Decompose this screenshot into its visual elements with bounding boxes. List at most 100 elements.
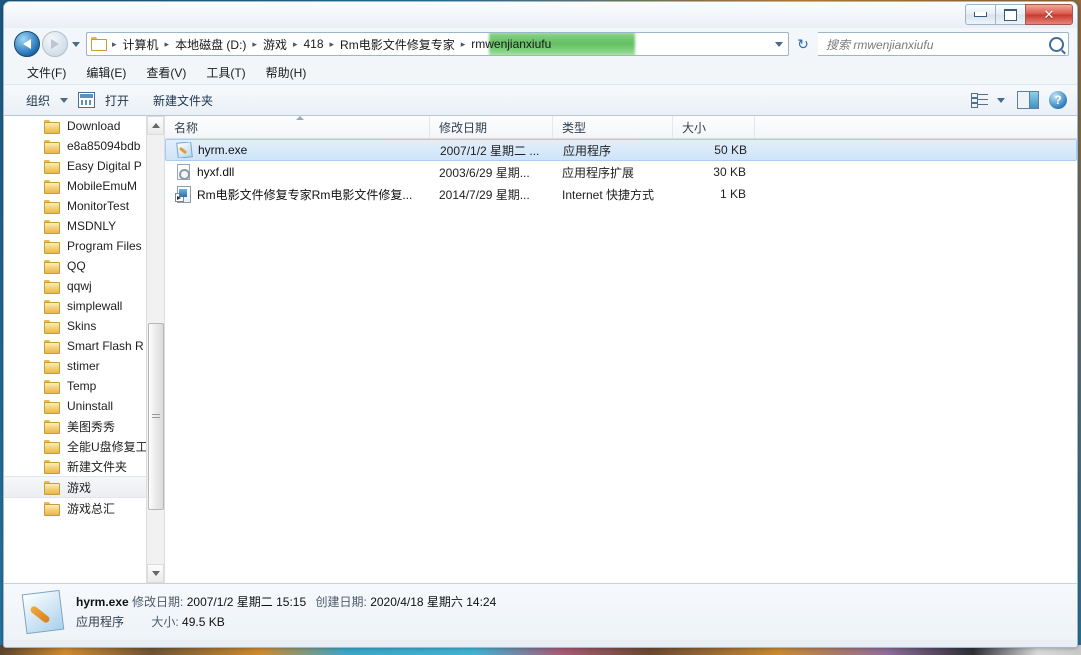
folder-icon bbox=[44, 179, 60, 194]
breadcrumb-segment-0[interactable]: ▸ 计算机 bbox=[109, 34, 162, 55]
tree-item[interactable]: Download bbox=[4, 116, 164, 136]
command-bar-right: ? bbox=[971, 91, 1077, 109]
tree-item[interactable]: Skins bbox=[4, 316, 164, 336]
file-type-cell: 应用程序扩展 bbox=[562, 165, 635, 180]
view-options-icon[interactable] bbox=[971, 93, 989, 108]
tree-item[interactable]: 全能U盘修复工 bbox=[4, 436, 164, 456]
scroll-down-button[interactable] bbox=[147, 564, 164, 583]
maximize-icon bbox=[1004, 8, 1017, 21]
file-name-label: hyrm.exe bbox=[198, 143, 248, 157]
tree-item[interactable]: Temp bbox=[4, 376, 164, 396]
breadcrumb-bar[interactable]: ▸ 计算机 ▸ 本地磁盘 (D:) ▸ 游戏 ▸ 418 ▸ Rm电影文件修复专… bbox=[86, 32, 789, 56]
tree-item[interactable]: 游戏 bbox=[4, 476, 164, 498]
file-name-cell: Rm电影文件修复专家Rm电影文件修复... bbox=[165, 186, 430, 203]
tree-item[interactable]: Program Files bbox=[4, 236, 164, 256]
column-header-size[interactable]: 大小 bbox=[673, 116, 755, 138]
scroll-up-button[interactable] bbox=[147, 116, 164, 135]
column-header-type[interactable]: 类型 bbox=[553, 116, 673, 138]
file-row[interactable]: hyrm.exe 2007/1/2 星期二 ... 应用程序 50 KB bbox=[165, 139, 1077, 161]
details-size-label: 大小: bbox=[151, 615, 179, 629]
tree-item[interactable]: 新建文件夹 bbox=[4, 456, 164, 476]
folder-icon bbox=[44, 339, 60, 354]
menu-view[interactable]: 查看(V) bbox=[137, 61, 195, 84]
breadcrumb-segment-4[interactable]: ▸ Rm电影文件修复专家 bbox=[327, 34, 458, 55]
folder-icon bbox=[44, 139, 60, 154]
file-list-pane[interactable]: 名称 修改日期 类型 大小 hyrm.exe 2007/1/2 星期二 ... 应用… bbox=[165, 116, 1077, 583]
file-row[interactable]: Rm电影文件修复专家Rm电影文件修复... 2014/7/29 星期... Inte… bbox=[165, 183, 1077, 205]
url-shortcut-icon bbox=[175, 186, 191, 203]
address-bar-row: ▸ 计算机 ▸ 本地磁盘 (D:) ▸ 游戏 ▸ 418 ▸ Rm电影文件修复专… bbox=[4, 28, 1077, 60]
tree-item[interactable]: MSDNLY bbox=[4, 216, 164, 236]
breadcrumb-label: Rm电影文件修复专家 bbox=[340, 37, 455, 52]
open-button[interactable]: 打开 bbox=[99, 89, 135, 112]
file-date-cell: 2003/6/29 星期... bbox=[439, 165, 530, 180]
details-text: hyrm.exe 修改日期: 2007/1/2 星期二 15:15 创建日期: … bbox=[76, 593, 496, 631]
close-button[interactable]: ✕ bbox=[1025, 4, 1073, 25]
folder-icon bbox=[91, 37, 107, 51]
folder-icon bbox=[44, 119, 60, 134]
tree-item[interactable]: stimer bbox=[4, 356, 164, 376]
chevron-down-icon[interactable] bbox=[60, 97, 69, 103]
details-created-value: 2020/4/18 星期六 14:24 bbox=[370, 595, 497, 609]
tree-item-label: simplewall bbox=[67, 299, 123, 313]
forward-button[interactable] bbox=[42, 31, 68, 57]
tree-item[interactable]: MonitorTest bbox=[4, 196, 164, 216]
view-dropdown-icon[interactable] bbox=[997, 97, 1005, 103]
tree-item[interactable]: Easy Digital P bbox=[4, 156, 164, 176]
tree-item-label: 游戏 bbox=[67, 480, 92, 495]
navigation-pane: Download e8a85094bdb Easy Digital P MobileE… bbox=[4, 116, 165, 583]
breadcrumb-segment-1[interactable]: ▸ 本地磁盘 (D:) bbox=[162, 34, 250, 55]
menu-edit[interactable]: 编辑(E) bbox=[77, 61, 135, 84]
file-type-cell: 应用程序 bbox=[563, 143, 612, 158]
refresh-button[interactable]: ↻ bbox=[792, 33, 814, 55]
tree-item[interactable]: qqwj bbox=[4, 276, 164, 296]
preview-pane-icon[interactable] bbox=[1017, 91, 1039, 109]
scrollbar-thumb[interactable] bbox=[148, 323, 164, 510]
file-row[interactable]: hyxf.dll 2003/6/29 星期... 应用程序扩展 30 KB bbox=[165, 161, 1077, 183]
maximize-button[interactable] bbox=[995, 4, 1025, 25]
folder-icon bbox=[44, 359, 60, 374]
column-header-blank[interactable] bbox=[755, 116, 1077, 138]
folder-tree: Download e8a85094bdb Easy Digital P MobileE… bbox=[4, 116, 164, 518]
help-button[interactable]: ? bbox=[1049, 91, 1067, 109]
tree-item[interactable]: 游戏总汇 bbox=[4, 498, 164, 518]
back-button[interactable] bbox=[14, 31, 40, 57]
window-controls: ✕ bbox=[965, 4, 1073, 25]
details-type-value: 应用程序 bbox=[76, 615, 125, 629]
column-header-date[interactable]: 修改日期 bbox=[430, 116, 553, 138]
tree-item[interactable]: e8a85094bdb bbox=[4, 136, 164, 156]
tree-item[interactable]: simplewall bbox=[4, 296, 164, 316]
chevron-down-icon bbox=[151, 571, 160, 576]
file-date-cell: 2014/7/29 星期... bbox=[439, 187, 530, 202]
details-modified-value: 2007/1/2 星期二 15:15 bbox=[186, 595, 307, 609]
tree-item[interactable]: 美图秀秀 bbox=[4, 416, 164, 436]
tree-item[interactable]: Smart Flash R bbox=[4, 336, 164, 356]
tree-item[interactable]: MobileEmuM bbox=[4, 176, 164, 196]
folder-icon bbox=[44, 399, 60, 414]
dll-icon bbox=[175, 164, 191, 180]
sort-ascending-icon bbox=[296, 116, 304, 120]
file-type-cell: Internet 快捷方式 bbox=[562, 187, 655, 202]
tree-item[interactable]: QQ bbox=[4, 256, 164, 276]
menu-file[interactable]: 文件(F) bbox=[18, 61, 75, 84]
file-rows: hyrm.exe 2007/1/2 星期二 ... 应用程序 50 KB hyxf.dl… bbox=[165, 139, 1077, 205]
breadcrumb-segment-3[interactable]: ▸ 418 bbox=[290, 35, 327, 53]
menu-help[interactable]: 帮助(H) bbox=[257, 61, 316, 84]
organize-button[interactable]: 组织 bbox=[20, 89, 56, 112]
search-input[interactable]: 搜索 rmwenjianxiufu bbox=[818, 32, 1069, 56]
title-bar[interactable]: ✕ bbox=[4, 2, 1077, 28]
tree-item[interactable]: Uninstall bbox=[4, 396, 164, 416]
menu-tools[interactable]: 工具(T) bbox=[197, 61, 254, 84]
nav-scrollbar[interactable] bbox=[146, 116, 164, 583]
history-dropdown-button[interactable] bbox=[68, 32, 84, 56]
breadcrumb-separator: ▸ bbox=[292, 38, 298, 49]
tree-item-label: 游戏总汇 bbox=[67, 501, 116, 516]
breadcrumb-segment-5[interactable]: ▸ rmwenjianxiufu bbox=[458, 35, 555, 53]
details-modified-label: 修改日期: bbox=[132, 595, 184, 609]
folder-icon bbox=[44, 480, 60, 495]
new-folder-button[interactable]: 新建文件夹 bbox=[147, 89, 219, 112]
tree-item-label: 新建文件夹 bbox=[67, 459, 128, 474]
minimize-button[interactable] bbox=[965, 4, 995, 25]
breadcrumb-dropdown-button[interactable] bbox=[770, 34, 788, 54]
breadcrumb-segment-2[interactable]: ▸ 游戏 bbox=[249, 34, 290, 55]
